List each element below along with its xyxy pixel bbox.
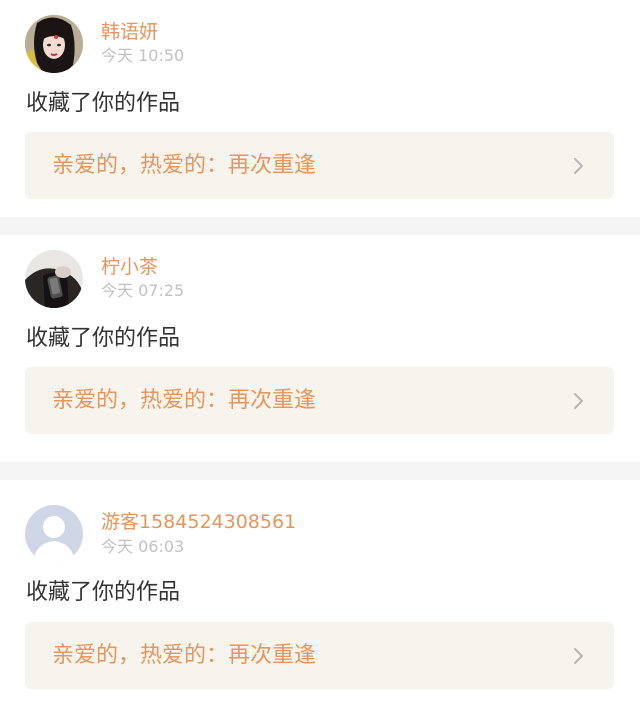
notification-item: 韩语妍 今天 10:50 收藏了你的作品 亲爱的，热爱的：再次重逢 [0, 0, 640, 217]
work-link[interactable]: 亲爱的，热爱的：再次重逢 [25, 367, 614, 434]
notification-feed: 韩语妍 今天 10:50 收藏了你的作品 亲爱的，热爱的：再次重逢 柠小茶 今天… [0, 0, 640, 702]
notification-item: 游客1584524308561 今天 06:03 收藏了你的作品 亲爱的，热爱的… [0, 480, 640, 702]
user-avatar-photo [25, 250, 83, 308]
work-title: 亲爱的，热爱的：再次重逢 [52, 388, 317, 413]
username[interactable]: 柠小茶 [101, 255, 158, 279]
user-avatar-photo [25, 15, 83, 73]
action-text: 收藏了你的作品 [26, 580, 181, 605]
chevron-right-icon [574, 393, 583, 409]
avatar[interactable] [25, 15, 83, 73]
avatar[interactable] [25, 250, 83, 308]
default-guest-avatar [25, 505, 83, 563]
work-link[interactable]: 亲爱的，热爱的：再次重逢 [25, 132, 614, 199]
work-title: 亲爱的，热爱的：再次重逢 [52, 643, 317, 668]
action-text: 收藏了你的作品 [26, 91, 181, 116]
timestamp: 今天 07:25 [101, 281, 185, 300]
username[interactable]: 游客1584524308561 [101, 510, 296, 534]
work-link[interactable]: 亲爱的，热爱的：再次重逢 [25, 622, 614, 689]
chevron-right-icon [574, 158, 583, 174]
timestamp: 今天 10:50 [101, 46, 185, 65]
divider [0, 462, 640, 480]
divider [0, 217, 640, 235]
notification-item: 柠小茶 今天 07:25 收藏了你的作品 亲爱的，热爱的：再次重逢 [0, 235, 640, 452]
chevron-right-icon [574, 648, 583, 664]
action-text: 收藏了你的作品 [26, 326, 181, 351]
username[interactable]: 韩语妍 [101, 20, 158, 44]
work-title: 亲爱的，热爱的：再次重逢 [52, 153, 317, 178]
timestamp: 今天 06:03 [101, 537, 185, 556]
avatar[interactable] [25, 505, 83, 563]
